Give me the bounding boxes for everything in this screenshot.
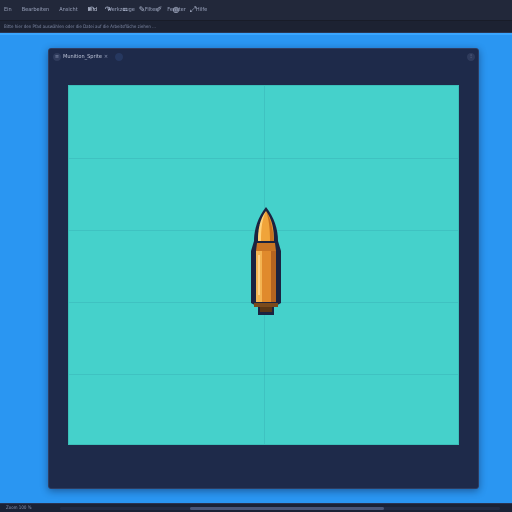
window-options-icon[interactable]: ⁝ [467, 53, 475, 61]
crop-icon[interactable]: ⌗ [120, 5, 130, 15]
status-bar: Zoom 100 % [0, 503, 512, 512]
path-bar[interactable]: Bitte hier den Pfad auswählen oder die D… [0, 21, 512, 33]
tab-indicator [115, 53, 123, 61]
status-text: Zoom 100 % [6, 505, 32, 510]
accent-divider [0, 33, 512, 35]
transform-icon[interactable]: ⤢ [188, 5, 198, 15]
undo-icon[interactable]: ↶ [86, 5, 96, 15]
path-text: Bitte hier den Pfad auswählen oder die D… [4, 24, 156, 29]
tool-strip: ↶ ↷ ⌗ ✎ ✐ ◍ ⤢ [86, 5, 205, 15]
drawing-canvas[interactable] [68, 85, 459, 445]
window-menu-icon[interactable]: ≡ [53, 53, 61, 61]
horizontal-scrollbar[interactable] [60, 507, 500, 510]
menu-item-0[interactable]: Ein [4, 7, 12, 13]
window-titlebar[interactable]: ≡ Munition_Sprite × ⁝ [49, 49, 478, 65]
menu-item-2[interactable]: Ansicht [59, 7, 77, 13]
window-title: Munition_Sprite [63, 54, 102, 60]
brush-icon[interactable]: ✎ [137, 5, 147, 15]
close-tab-icon[interactable]: × [102, 53, 110, 61]
eraser-icon[interactable]: ✐ [154, 5, 164, 15]
editor-window: ≡ Munition_Sprite × ⁝ [48, 48, 479, 489]
menu-item-1[interactable]: Bearbeiten [22, 7, 49, 13]
redo-icon[interactable]: ↷ [103, 5, 113, 15]
menubar: Ein Bearbeiten Ansicht Bild Werkzeuge Fi… [0, 0, 512, 21]
bullet-sprite[interactable] [244, 203, 288, 323]
scrollbar-thumb[interactable] [190, 507, 384, 510]
fill-icon[interactable]: ◍ [171, 5, 181, 15]
